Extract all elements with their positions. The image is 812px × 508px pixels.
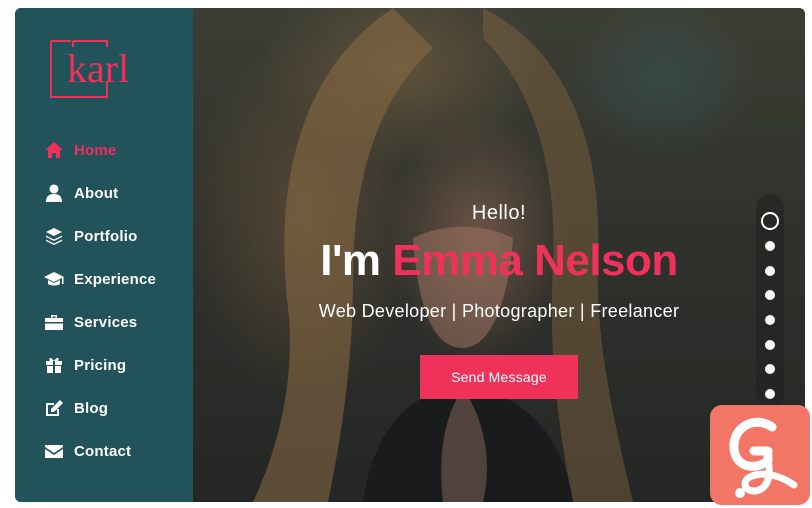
brand-g-icon [729,417,798,498]
nav-item-label: Blog [74,399,109,417]
nav-item-experience[interactable]: Experience [43,265,188,293]
page-frame: karl Home About Portfolio Experience Ser… [15,8,805,502]
pager-dot[interactable] [765,340,775,350]
nav-item-label: About [74,184,119,202]
nav-item-label: Services [74,313,138,331]
nav-item-label: Contact [74,442,132,460]
nav-item-pricing[interactable]: Pricing [43,351,188,379]
pager-dot[interactable] [765,389,775,399]
pager-dot[interactable] [765,266,775,276]
section-pager [756,194,784,408]
logo[interactable]: karl [49,39,145,101]
hero-roles: Web Developer | Photographer | Freelance… [318,301,680,321]
hero-name: Emma Nelson [392,236,678,285]
pager-dot[interactable] [765,290,775,300]
nav-item-contact[interactable]: Contact [43,437,188,465]
hero-title: I'm Emma Nelson [193,236,805,286]
edit-icon [43,397,65,419]
home-icon [43,139,65,161]
pager-dot[interactable] [765,315,775,325]
layers-icon [43,225,65,247]
nav-item-services[interactable]: Services [43,308,188,336]
hero-intro: I'm [320,236,381,285]
brand-badge[interactable] [710,405,810,505]
briefcase-icon [43,311,65,333]
pager-dot-current[interactable] [761,212,779,230]
graduation-cap-icon [43,268,65,290]
pager-dot[interactable] [765,364,775,374]
hero-greeting: Hello! [471,202,527,224]
send-message-button[interactable]: Send Message [420,355,578,399]
nav-item-blog[interactable]: Blog [43,394,188,422]
logo-text: karl [67,46,130,91]
nav-item-label: Home [74,141,117,159]
nav-item-label: Pricing [74,356,127,374]
gift-icon [43,354,65,376]
envelope-icon [43,440,65,462]
user-icon [43,182,65,204]
nav-item-home[interactable]: Home [43,136,188,164]
nav-item-portfolio[interactable]: Portfolio [43,222,188,250]
pager-dot[interactable] [765,241,775,251]
nav-item-about[interactable]: About [43,179,188,207]
nav-item-label: Experience [74,270,157,288]
nav-item-label: Portfolio [74,227,138,245]
sidebar: karl Home About Portfolio Experience Ser… [15,8,193,502]
